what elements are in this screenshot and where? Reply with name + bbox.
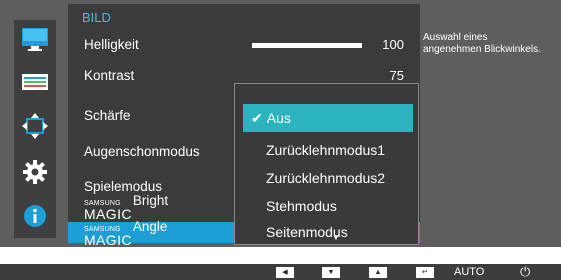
info-icon[interactable] <box>14 198 56 234</box>
button-bar: ◀ ▼ ▲ ↵ AUTO ⏻ <box>0 264 561 280</box>
magic-brand-text: MAGIC <box>84 231 132 248</box>
left-arrow-button[interactable]: ◀ <box>276 267 294 278</box>
down-arrow-button[interactable]: ▼ <box>322 267 340 278</box>
monitor-osd: BILD Helligkeit 100 Kontrast 75 Schärfe … <box>0 0 561 247</box>
menu-item-label: Angle <box>132 218 168 234</box>
contrast-value: 75 <box>389 68 404 83</box>
option-zuruecklehnmodus1[interactable]: Zurücklehnmodus1 <box>243 136 413 164</box>
magic-bright-label: SAMSUNG MAGIC Bright <box>84 193 168 221</box>
menu-item-label: Kontrast <box>84 68 135 83</box>
menu-item-label: Bright <box>132 192 169 208</box>
option-label: Zurücklehnmodus2 <box>266 170 386 186</box>
checkmark-icon: ✔ <box>251 109 263 126</box>
option-seitenmodus[interactable]: Seitenmodus <box>243 218 413 246</box>
option-stehmodus[interactable]: Stehmodus <box>243 192 413 220</box>
option-label: Aus <box>266 110 291 126</box>
power-icon[interactable]: ⏻ <box>520 264 530 280</box>
brightness-bar[interactable] <box>252 43 362 48</box>
scroll-down-icon[interactable]: ▼ <box>332 233 340 242</box>
menu-item-helligkeit[interactable]: Helligkeit 100 <box>68 29 420 60</box>
auto-button[interactable]: AUTO <box>454 266 484 278</box>
left-arrow-icon: ◀ <box>282 269 288 276</box>
option-aus[interactable]: ✔ Aus <box>243 104 413 132</box>
option-label: Stehmodus <box>266 198 337 214</box>
menu-item-label: Schärfe <box>84 108 131 123</box>
magic-angle-dropdown: ✔ Aus Zurücklehnmodus1 Zurücklehnmodus2 … <box>234 83 419 245</box>
picture-settings-icon[interactable] <box>14 64 56 100</box>
up-arrow-button[interactable]: ▲ <box>369 267 387 278</box>
menu-item-label: Augenschonmodus <box>84 144 200 159</box>
osd-sidebar <box>14 20 56 238</box>
option-zuruecklehnmodus2[interactable]: Zurücklehnmodus2 <box>243 164 413 192</box>
enter-icon: ↵ <box>422 269 428 276</box>
option-label: Zurücklehnmodus1 <box>266 142 386 158</box>
brightness-value: 100 <box>382 37 404 52</box>
up-arrow-icon: ▲ <box>374 269 382 276</box>
monitor-icon[interactable] <box>14 22 56 58</box>
help-text: Auswahl eines angenehmen Blickwinkels. <box>423 32 541 55</box>
magic-angle-label: SAMSUNG MAGIC Angle <box>84 219 167 247</box>
gear-icon[interactable] <box>14 154 56 190</box>
down-arrow-icon: ▼ <box>327 269 335 276</box>
menu-item-label: Helligkeit <box>84 37 139 52</box>
menu-title: BILD <box>82 10 111 25</box>
resize-arrows-icon[interactable] <box>14 108 56 144</box>
enter-button[interactable]: ↵ <box>416 267 434 278</box>
